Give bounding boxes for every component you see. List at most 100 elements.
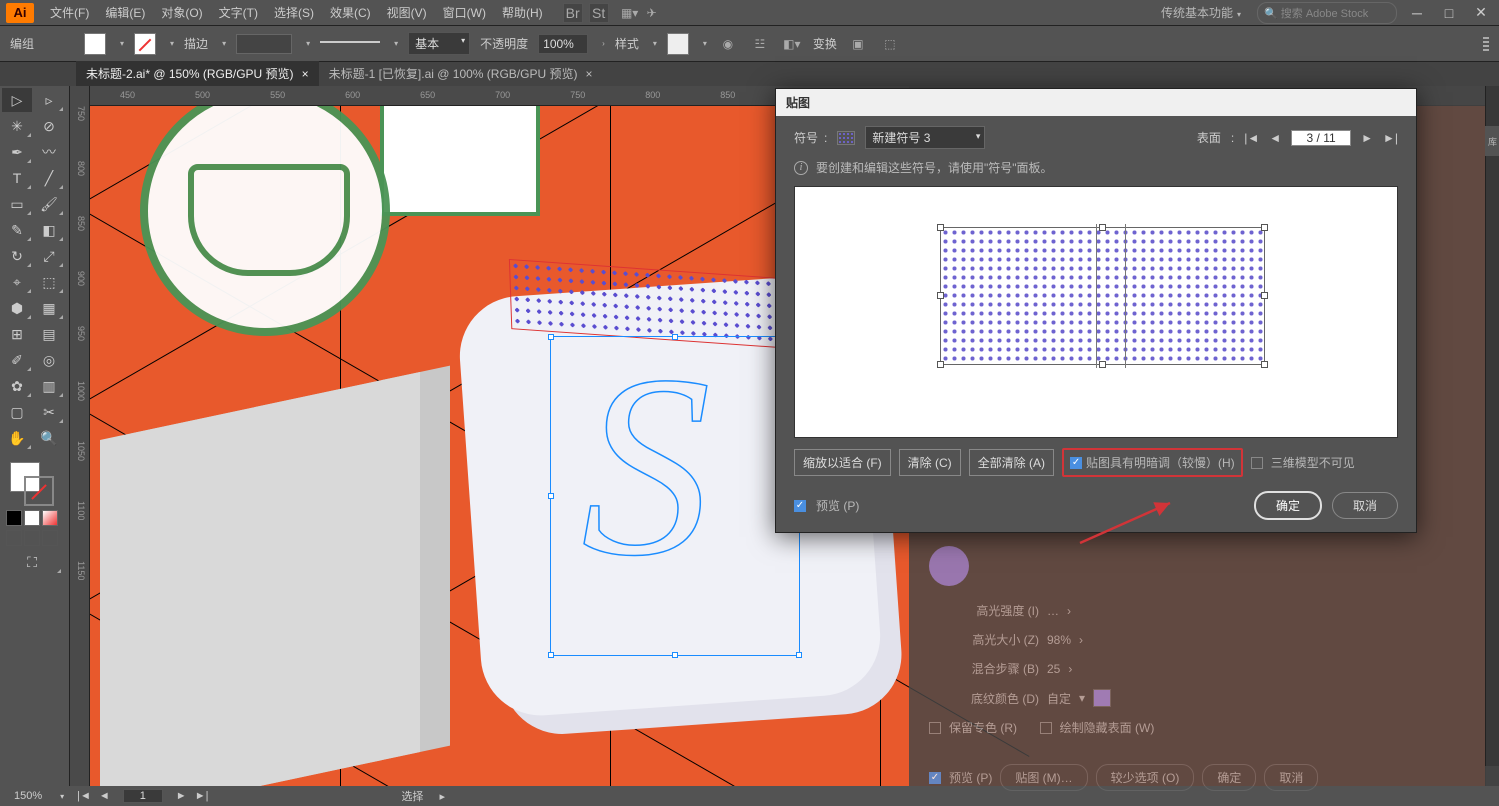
rotate-tool[interactable]: ↻	[2, 244, 32, 268]
direct-selection-tool[interactable]: ▹	[34, 88, 64, 112]
pen-tool[interactable]: ✒	[2, 140, 32, 164]
maximize-button[interactable]: □	[1437, 5, 1461, 21]
right-dock[interactable]: 库	[1485, 86, 1499, 766]
menu-help[interactable]: 帮助(H)	[494, 0, 551, 25]
menu-effect[interactable]: 效果(C)	[322, 0, 379, 25]
scale-to-fit-button[interactable]: 缩放以适合 (F)	[794, 449, 891, 476]
clear-all-button[interactable]: 全部清除 (A)	[969, 449, 1054, 476]
stroke-weight-input[interactable]	[236, 34, 292, 54]
close-tab-icon[interactable]: ×	[585, 67, 592, 81]
selection-tool[interactable]: ▷	[2, 88, 32, 112]
close-tab-icon[interactable]: ×	[302, 67, 309, 81]
ok-button[interactable]: 确定	[1254, 491, 1322, 520]
symbol-sprayer-tool[interactable]: ✿	[2, 374, 32, 398]
artboard-nav[interactable]: |◄◄	[74, 790, 113, 802]
fill-swatch[interactable]	[84, 33, 106, 55]
screen-mode-button[interactable]: ⛶	[2, 550, 62, 574]
gpu-rocket-icon[interactable]: ✈	[641, 2, 663, 24]
preserve-spot-checkbox[interactable]	[929, 722, 941, 734]
surface-first-button[interactable]: |◄	[1244, 131, 1259, 145]
shape-builder-tool[interactable]: ⬢	[2, 296, 32, 320]
bg-ok-button[interactable]: 确定	[1202, 764, 1256, 791]
bridge-button[interactable]: Br	[563, 3, 583, 23]
brush-profile[interactable]	[320, 41, 380, 55]
search-stock-input[interactable]: 🔍 搜索 Adobe Stock	[1257, 2, 1397, 24]
blend-tool[interactable]: ◎	[34, 348, 64, 372]
menu-select[interactable]: 选择(S)	[266, 0, 322, 25]
menu-view[interactable]: 视图(V)	[379, 0, 435, 25]
recolor-icon[interactable]: ◉	[717, 33, 739, 55]
bg-cancel-button[interactable]: 取消	[1264, 764, 1318, 791]
width-tool[interactable]: ⌖	[2, 270, 32, 294]
menu-file[interactable]: 文件(F)	[42, 0, 97, 25]
doc-tab-1[interactable]: 未标题-2.ai* @ 150% (RGB/GPU 预览)×	[76, 61, 319, 86]
menu-window[interactable]: 窗口(W)	[435, 0, 494, 25]
opacity-input[interactable]: 100%	[538, 34, 588, 54]
lasso-tool[interactable]: ⊘	[34, 114, 64, 138]
control-menu-icon[interactable]	[1483, 35, 1489, 53]
free-transform-tool[interactable]: ⬚	[34, 270, 64, 294]
draw-mode-buttons[interactable]	[6, 530, 58, 546]
invisible-geometry-checkbox[interactable]	[1251, 457, 1263, 469]
zoom-tool[interactable]: 🔍	[34, 426, 64, 450]
selection-bounds[interactable]	[550, 336, 800, 656]
workspace-switcher[interactable]: 传统基本功能▾	[1153, 1, 1249, 24]
menu-text[interactable]: 文字(T)	[211, 0, 266, 25]
preview-checkbox[interactable]: ✓	[794, 500, 806, 512]
surface-last-button[interactable]: ►|	[1383, 131, 1398, 145]
artboard-tool[interactable]: ▢	[2, 400, 32, 424]
split-icon[interactable]: ⬚	[879, 33, 901, 55]
stroke-swatch[interactable]	[134, 33, 156, 55]
align-icon[interactable]: ☳	[749, 33, 771, 55]
type-tool[interactable]: T	[2, 166, 32, 190]
line-tool[interactable]: ╱	[34, 166, 64, 190]
surface-next-button[interactable]: ►	[1361, 131, 1373, 145]
stock-button[interactable]: St	[589, 3, 609, 23]
menu-object[interactable]: 对象(O)	[153, 0, 210, 25]
artwork-shape	[140, 106, 390, 336]
shaper-tool[interactable]: ✎	[2, 218, 32, 242]
more-options-button[interactable]: 较少选项 (O)	[1096, 764, 1195, 791]
fill-stroke-swatch[interactable]	[10, 462, 54, 506]
shade-color-swatch[interactable]	[1093, 689, 1111, 707]
brush-def-select[interactable]: 基本▾	[408, 32, 470, 55]
rectangle-tool[interactable]: ▭	[2, 192, 32, 216]
transform-label[interactable]: 变换	[813, 35, 837, 52]
doc-tab-2[interactable]: 未标题-1 [已恢复].ai @ 100% (RGB/GPU 预览)×	[319, 61, 603, 86]
scale-tool[interactable]: ⤢	[34, 244, 64, 268]
eyedropper-tool[interactable]: ✐	[2, 348, 32, 372]
graphic-style-swatch[interactable]	[667, 33, 689, 55]
artboard-nav[interactable]: ►►|	[173, 790, 212, 802]
magic-wand-tool[interactable]: ✳	[2, 114, 32, 138]
curvature-tool[interactable]: 〰	[34, 140, 64, 164]
minimize-button[interactable]: ─	[1405, 5, 1429, 21]
map-art-button[interactable]: 贴图 (M)…	[1000, 764, 1087, 791]
shape-mode-icon[interactable]: ◧▾	[781, 33, 803, 55]
symbol-select[interactable]: 新建符号 3▾	[865, 126, 985, 149]
libraries-tab[interactable]: 库	[1485, 126, 1499, 156]
clear-button[interactable]: 清除 (C)	[899, 449, 961, 476]
close-button[interactable]: ✕	[1469, 5, 1493, 21]
preview-symbol-box[interactable]	[940, 227, 1265, 365]
shade-artwork-checkbox[interactable]: ✓	[1070, 457, 1082, 469]
isolate-icon[interactable]: ▣	[847, 33, 869, 55]
arrange-docs-icon[interactable]: ▦▾	[619, 2, 641, 24]
zoom-level[interactable]: 150%	[10, 789, 46, 803]
menu-edit[interactable]: 编辑(E)	[97, 0, 153, 25]
gradient-tool[interactable]: ▤	[34, 322, 64, 346]
graph-tool[interactable]: ▥	[34, 374, 64, 398]
mesh-tool[interactable]: ⊞	[2, 322, 32, 346]
map-preview-pane[interactable]	[794, 186, 1398, 438]
draw-hidden-checkbox[interactable]	[1040, 722, 1052, 734]
perspective-tool[interactable]: ▦	[34, 296, 64, 320]
artboard-number-input[interactable]	[123, 789, 163, 803]
surface-prev-button[interactable]: ◄	[1269, 131, 1281, 145]
slice-tool[interactable]: ✂	[34, 400, 64, 424]
hand-tool[interactable]: ✋	[2, 426, 32, 450]
cancel-button[interactable]: 取消	[1332, 492, 1398, 519]
color-mode-swatches[interactable]	[6, 510, 58, 526]
preview-checkbox[interactable]: ✓	[929, 772, 941, 784]
eraser-tool[interactable]: ◧	[34, 218, 64, 242]
fill-dropdown-icon[interactable]: ▾	[120, 39, 124, 48]
paintbrush-tool[interactable]: 🖌	[34, 192, 64, 216]
